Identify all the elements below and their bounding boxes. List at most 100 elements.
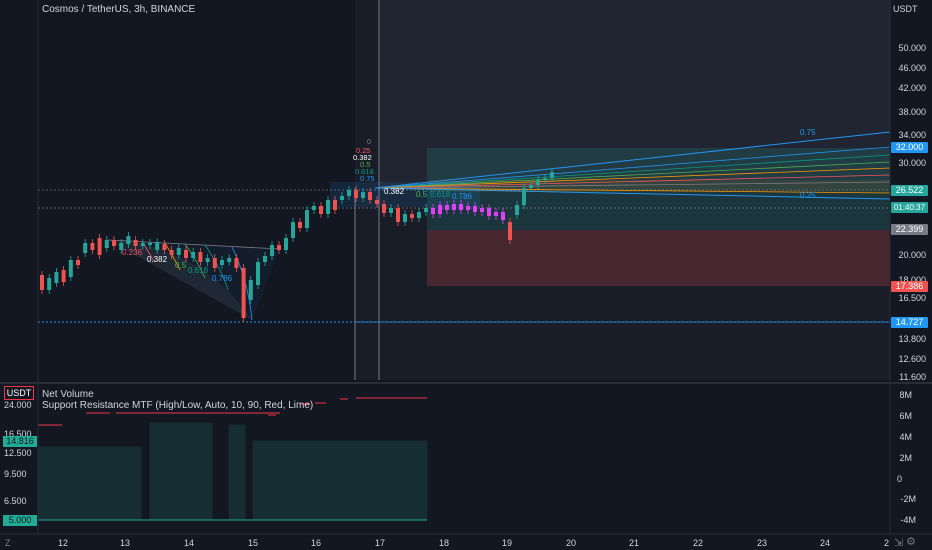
left-currency-label[interactable]: USDT xyxy=(4,386,34,400)
indicator-net-volume[interactable]: Net Volume xyxy=(42,389,94,400)
zoom-icon[interactable]: Z xyxy=(5,538,11,548)
gear-icon[interactable]: ⚙ xyxy=(906,535,916,548)
price-tick: 11.600 xyxy=(899,372,926,382)
fan-label-upper: 0.75 xyxy=(800,128,816,137)
candle-body xyxy=(326,200,330,214)
price-tag-14: 14.727 xyxy=(891,317,928,328)
candle-body xyxy=(205,258,210,262)
candle-body xyxy=(445,205,449,210)
time-tick: 17 xyxy=(375,538,386,548)
candle-body xyxy=(340,196,344,200)
fib-left-label: 0.618 xyxy=(188,266,209,275)
volume-tick: -4M xyxy=(900,515,917,525)
price-tick: 30.000 xyxy=(898,158,926,168)
candle-body xyxy=(148,243,152,245)
candle-body xyxy=(54,272,59,283)
fan-mid-label: 0.786 xyxy=(452,192,473,201)
price-tick: 50.000 xyxy=(898,43,926,53)
left-tag-high: 14.816 xyxy=(3,436,37,447)
time-tick: 24 xyxy=(820,538,831,548)
candle-body xyxy=(312,206,316,210)
candle-body xyxy=(361,192,365,198)
candle-body xyxy=(403,214,407,222)
expand-icon[interactable]: ⇲ xyxy=(894,536,903,549)
candle-body xyxy=(220,260,224,265)
candle-body xyxy=(487,208,491,216)
candle-body xyxy=(347,190,351,196)
candle-body xyxy=(241,268,246,318)
fib-left-label: 0.5 xyxy=(175,261,187,270)
candle-body xyxy=(515,205,519,215)
time-tick: 18 xyxy=(439,538,450,548)
candle-body xyxy=(417,212,421,218)
candle-body xyxy=(47,278,52,290)
price-tick: 42.000 xyxy=(898,83,926,93)
candle-body xyxy=(480,208,484,212)
candle-body xyxy=(431,208,435,214)
volume-tick: 6M xyxy=(899,411,912,421)
candle-body xyxy=(536,180,540,185)
time-tick: 20 xyxy=(566,538,577,548)
current-price-tag: 26.522 xyxy=(891,185,928,196)
chart-canvas[interactable]: 0.236 0.382 0.5 0.618 0.786 0.75 0.25 0.… xyxy=(0,0,932,550)
candle-body xyxy=(133,240,138,246)
svg-text:0: 0 xyxy=(367,137,371,146)
candle-body xyxy=(234,258,239,268)
candle-body xyxy=(305,210,309,228)
fan-mid-label: 0.618 xyxy=(430,190,451,199)
time-tick: 22 xyxy=(693,538,704,548)
candle-body xyxy=(550,172,554,178)
candle-body xyxy=(298,222,302,228)
candle-body xyxy=(61,270,66,282)
candle-body xyxy=(396,208,400,222)
candle-body xyxy=(291,222,295,238)
candle-body xyxy=(459,204,463,210)
candle-body xyxy=(119,243,124,250)
countdown-tag: 01:40:37 xyxy=(891,202,928,213)
candle-body xyxy=(494,212,498,216)
candle-body xyxy=(126,236,131,244)
time-tick: 13 xyxy=(120,538,131,548)
currency-label[interactable]: USDT xyxy=(893,3,925,16)
candle-body xyxy=(162,244,167,250)
candle-body xyxy=(319,206,323,214)
candle-body xyxy=(176,248,181,255)
left-tick: 6.500 xyxy=(4,496,27,506)
fib-left-label: 0.786 xyxy=(212,274,233,283)
price-tick: 34.000 xyxy=(898,130,926,140)
candle-body xyxy=(466,206,470,210)
candle-body xyxy=(389,208,393,213)
candle-body xyxy=(90,243,95,250)
candle-body xyxy=(410,214,414,218)
left-tick: 12.500 xyxy=(4,448,32,458)
volume-tick: -2M xyxy=(900,494,917,504)
price-tag-22: 22.399 xyxy=(891,224,928,235)
symbol-title[interactable]: Cosmos / TetherUS, 3h, BINANCE xyxy=(42,4,195,15)
candle-body xyxy=(424,208,428,212)
price-tick: 13.800 xyxy=(898,334,926,344)
candle-body xyxy=(227,258,232,262)
candle-body xyxy=(263,256,267,262)
indicator-support-resistance[interactable]: Support Resistance MTF (High/Low, Auto, … xyxy=(42,400,313,411)
volume-tick: 0 xyxy=(896,474,902,484)
time-tick: 23 xyxy=(757,538,768,548)
price-tick: 20.000 xyxy=(898,250,926,260)
candle-body xyxy=(256,262,260,285)
candle-body xyxy=(97,238,102,255)
candle-body xyxy=(438,205,442,214)
candle-body xyxy=(382,204,386,213)
candle-body xyxy=(354,190,358,198)
price-tag-17: 17.386 xyxy=(891,281,928,292)
volume-tick: 2M xyxy=(899,453,912,463)
time-tick: 21 xyxy=(629,538,640,548)
candle-body xyxy=(529,185,533,188)
time-tick: 19 xyxy=(502,538,513,548)
candle-body xyxy=(333,200,337,210)
time-tick: 2 xyxy=(884,538,890,548)
time-tick: 16 xyxy=(311,538,322,548)
candle-body xyxy=(104,240,109,248)
candle-body xyxy=(40,275,44,290)
candle-body xyxy=(112,240,116,246)
candle-body xyxy=(508,222,512,240)
fan-mid-label: 0.382 xyxy=(384,187,405,196)
